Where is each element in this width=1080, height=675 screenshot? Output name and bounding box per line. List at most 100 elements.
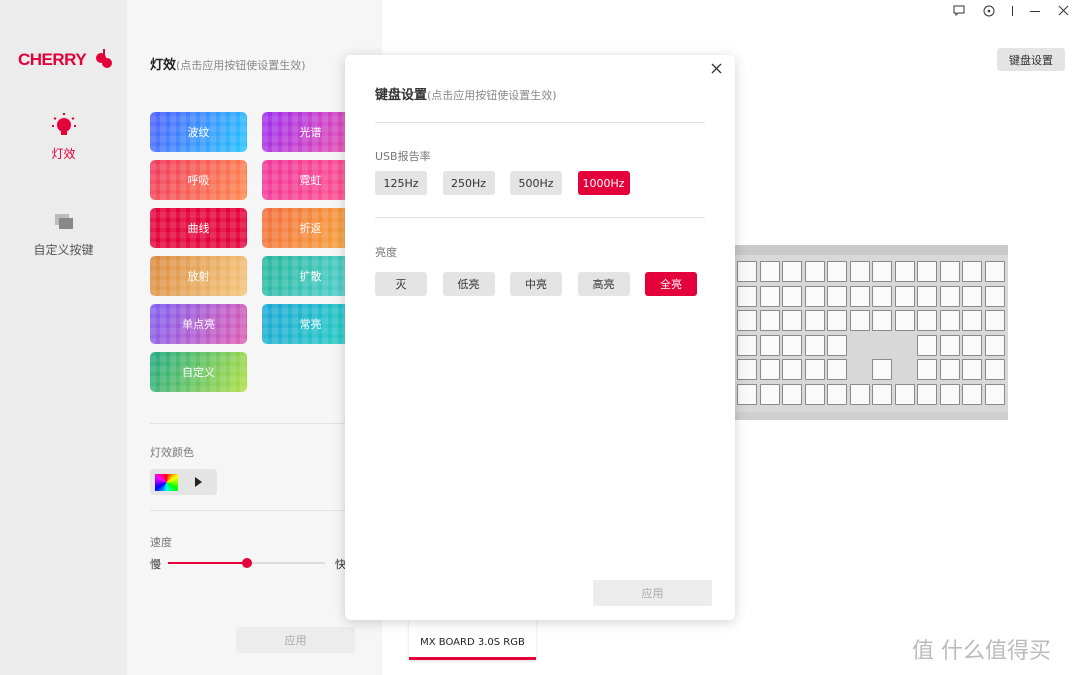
keycap [759,383,780,405]
keycap [917,359,937,380]
keycap [737,261,757,282]
speed-slider[interactable] [168,558,325,568]
keycap [782,359,802,380]
effect-label: 放射 [187,270,210,283]
dialog-title-text: 键盘设置 [375,88,428,103]
effect-button[interactable]: 呼吸 [150,160,247,200]
sidebar-item-lighting[interactable]: 灯效 [0,112,127,162]
panel-apply-button[interactable]: 应用 [236,627,355,653]
bright-option[interactable]: 灭 [375,272,427,296]
keycap [984,359,1005,380]
keycap [894,261,915,282]
effect-label: 折返 [299,222,322,235]
keycap [759,310,780,331]
keycap [984,383,1005,405]
effect-label: 呼吸 [187,174,210,187]
sidebar [0,0,127,675]
keycap [782,310,802,331]
usb-option[interactable]: 125Hz [375,171,427,195]
keycap [984,310,1005,331]
keycap [894,285,915,307]
keycap [804,383,825,405]
keyboard-settings-dialog: 键盘设置(点击应用按钮使设置生效) USB报告率 125Hz 250Hz 500Hz… [345,55,735,620]
sidebar-item-label: 自定义按键 [33,243,94,257]
close-icon[interactable] [1058,5,1069,16]
panel-title: 灯效(点击应用按钮使设置生效) [150,54,306,73]
effect-label: 光谱 [299,126,322,139]
dialog-apply-button[interactable]: 应用 [593,580,712,606]
keycap [872,310,892,331]
keycap [962,383,982,405]
titlebar-separator [1012,6,1013,16]
keycap [827,334,847,356]
play-icon [195,477,202,487]
keycap [804,310,825,331]
device-name: MX BOARD 3.0S RGB [420,637,525,648]
dialog-close-icon[interactable] [711,63,722,74]
panel-hint: (点击应用按钮使设置生效) [176,59,306,72]
keycap [827,285,847,307]
keycap [962,310,982,331]
color-label: 灯效颜色 [150,446,194,459]
keycap [827,310,847,331]
bright-option[interactable]: 低亮 [442,272,495,296]
usb-option[interactable]: 500Hz [510,171,562,195]
keycap [827,359,847,380]
usb-option[interactable]: 1000Hz [577,171,630,195]
effect-button[interactable]: 自定义 [150,352,247,392]
keycap [782,285,802,307]
keycap [737,359,757,380]
keycap [827,261,847,282]
keycap [737,285,757,307]
effect-label: 自定义 [182,366,215,379]
effect-label: 曲线 [187,222,210,235]
keycap [782,261,802,282]
effect-button[interactable]: 放射 [150,256,247,296]
keycap [917,310,937,331]
sidebar-item-custom-keys[interactable]: 自定义按键 [0,212,127,258]
keycap [962,359,982,380]
keycap [804,261,825,282]
brightness-label: 亮度 [375,246,397,259]
usb-option[interactable]: 250Hz [442,171,495,195]
keyboard-settings-button[interactable]: 键盘设置 [997,48,1065,71]
bulb-icon [51,113,76,135]
target-icon[interactable] [983,5,995,17]
keycap [939,310,960,331]
divider [150,510,345,511]
effect-label: 扩散 [299,270,322,283]
keycap [917,261,937,282]
keycap [917,285,937,307]
watermark: 值 什么值得买 [912,639,1051,664]
keycap [984,261,1005,282]
speed-slider-thumb[interactable] [241,558,252,568]
minimize-icon[interactable] [1030,11,1040,12]
keycap [827,383,847,405]
speed-slow-label: 慢 [150,558,161,571]
device-card[interactable]: MX BOARD 3.0S RGB [409,615,536,660]
keycap [894,383,915,405]
keycap [962,285,982,307]
speed-label: 速度 [150,536,172,549]
keycap [804,285,825,307]
keycap [849,285,870,307]
keycap [962,334,982,356]
effect-button[interactable]: 波纹 [150,112,247,152]
color-picker-button[interactable] [150,469,217,495]
keycap [984,285,1005,307]
speed-slider-fill [168,562,247,564]
feedback-icon[interactable] [953,5,965,17]
keycap [917,383,937,405]
effect-button[interactable]: 单点亮 [150,304,247,344]
bright-option[interactable]: 中亮 [510,272,562,296]
keycap [759,359,780,380]
keyboard-image [735,245,1008,420]
keycap [939,261,960,282]
keycap [782,383,802,405]
divider [375,122,705,123]
effect-label: 常亮 [299,318,322,331]
effect-label: 霓虹 [299,174,322,187]
bright-option[interactable]: 全亮 [645,272,697,296]
bright-option[interactable]: 高亮 [577,272,630,296]
effect-button[interactable]: 曲线 [150,208,247,248]
